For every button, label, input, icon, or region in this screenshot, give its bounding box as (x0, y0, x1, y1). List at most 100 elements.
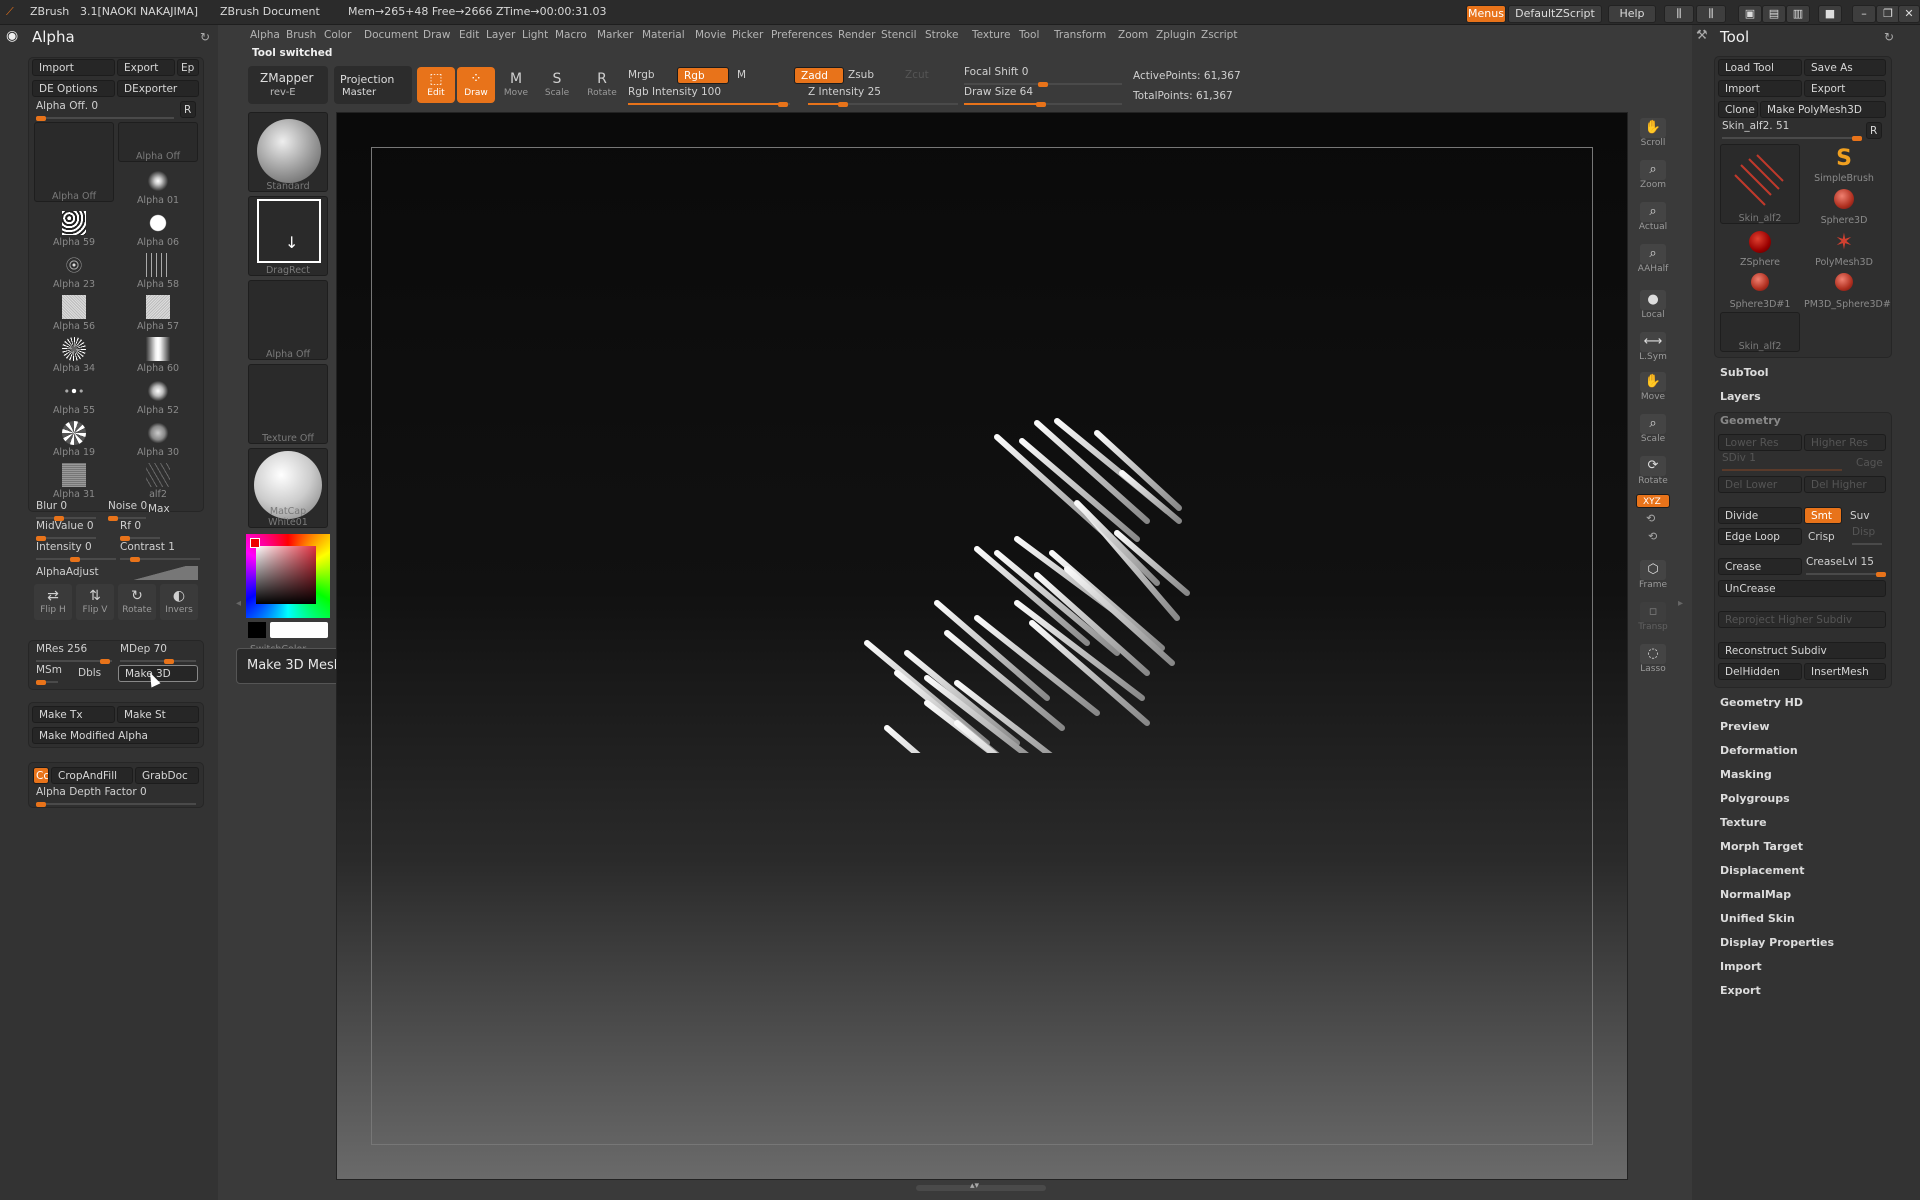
dbls-toggle[interactable]: Dbls (78, 667, 101, 679)
transp-button[interactable]: ▫ Transp (1634, 600, 1672, 638)
left-collapse-icon[interactable]: ◂ (236, 598, 241, 609)
bottom-shelf-handle[interactable] (916, 1185, 1046, 1191)
morph-target-section[interactable]: Morph Target (1720, 840, 1803, 853)
alpha-depth-slider[interactable]: Alpha Depth Factor 0 (36, 786, 196, 807)
rotate-button[interactable]: R Rotate (583, 67, 621, 103)
msm-slider[interactable]: MSm (36, 664, 62, 685)
menu-item[interactable]: Stroke (925, 29, 958, 41)
z-intensity-slider[interactable]: Z Intensity 25 (808, 86, 958, 107)
current-alpha-thumbnail[interactable]: Alpha Off (34, 122, 114, 202)
blur-slider[interactable]: Blur 0 (36, 500, 96, 521)
alpha-23-item[interactable]: Alpha 23 (34, 250, 114, 290)
max-label[interactable]: Max (148, 503, 170, 515)
cc-toggle[interactable]: Cc (33, 767, 49, 784)
scale-view-button[interactable]: ⌕ Scale (1634, 412, 1672, 450)
edge-loop-button[interactable]: Edge Loop (1718, 528, 1802, 545)
disp-slider[interactable]: Disp (1852, 526, 1882, 546)
alf2-item[interactable]: alf2 (118, 460, 198, 500)
midvalue-slider[interactable]: MidValue 0 (36, 520, 96, 541)
menu-item[interactable]: Render (838, 29, 875, 41)
rgb-toggle[interactable]: Rgb (677, 67, 729, 84)
alpha-31-item[interactable]: Alpha 31 (34, 460, 114, 500)
focal-shift-slider[interactable]: Focal Shift 0 (964, 66, 1122, 87)
window-tile-icon[interactable]: ▣ (1738, 5, 1762, 23)
right-collapse-icon[interactable]: ▸ (1678, 598, 1683, 609)
menu-item[interactable]: Draw (423, 29, 450, 41)
close-icon[interactable]: ✕ (1898, 5, 1920, 23)
menu-item[interactable]: Preferences (771, 29, 833, 41)
alpha-r-button[interactable]: R (180, 101, 196, 118)
preview-section[interactable]: Preview (1720, 720, 1770, 733)
lower-res-button[interactable]: Lower Res (1718, 434, 1802, 451)
skin-alf2-small-tool[interactable]: Skin_alf2 (1720, 312, 1800, 352)
menu-item[interactable]: Movie (695, 29, 726, 41)
menu-item[interactable]: Edit (459, 29, 479, 41)
dragrect-stroke-thumb[interactable]: ↓ DragRect (248, 196, 328, 276)
unified-skin-section[interactable]: Unified Skin (1720, 912, 1795, 925)
ep-button[interactable]: Ep (177, 59, 199, 76)
window-list-icon[interactable]: ▥ (1786, 5, 1810, 23)
alpha-59-item[interactable]: Alpha 59 (34, 208, 114, 248)
window-cascade-icon[interactable]: ▤ (1762, 5, 1786, 23)
texture-section[interactable]: Texture (1720, 816, 1767, 829)
tool-export-button[interactable]: Export (1804, 80, 1886, 97)
refresh-icon[interactable]: ↻ (200, 30, 210, 44)
menu-item[interactable]: Picker (732, 29, 763, 41)
make-modified-alpha-button[interactable]: Make Modified Alpha (32, 727, 199, 744)
menu-item[interactable]: Zscript (1201, 29, 1237, 41)
sphere3d-1-tool[interactable]: Sphere3D#1 (1720, 270, 1800, 310)
clone-button[interactable]: Clone (1718, 101, 1758, 118)
alpha-58-item[interactable]: Alpha 58 (118, 250, 198, 290)
xyz-toggle[interactable]: XYZ (1636, 494, 1670, 508)
menu-item[interactable]: Texture (972, 29, 1010, 41)
rgb-intensity-slider[interactable]: Rgb Intensity 100 (628, 86, 790, 107)
del-higher-button[interactable]: Del Higher (1804, 476, 1886, 493)
del-lower-button[interactable]: Del Lower (1718, 476, 1802, 493)
load-tool-button[interactable]: Load Tool (1718, 59, 1802, 76)
displacement-section[interactable]: Displacement (1720, 864, 1805, 877)
alpha-off-tray-thumb[interactable]: Alpha Off (248, 280, 328, 360)
normalmap-section[interactable]: NormalMap (1720, 888, 1791, 901)
zcut-toggle[interactable]: Zcut (905, 69, 929, 81)
m-toggle[interactable]: M (737, 69, 746, 81)
alphaadjust-label[interactable]: AlphaAdjust (36, 566, 99, 578)
rotate-axis-icon[interactable]: ⟲ (1646, 512, 1655, 525)
suv-toggle[interactable]: Suv (1850, 510, 1870, 522)
save-as-button[interactable]: Save As (1804, 59, 1886, 76)
make-tx-button[interactable]: Make Tx (32, 706, 115, 723)
alpha-off-thumbnail[interactable]: Alpha Off (118, 122, 198, 162)
skin-alf2-tool[interactable]: Skin_alf2 (1720, 144, 1800, 224)
edit-button[interactable]: ⬚ Edit (417, 67, 455, 103)
zmapper-button[interactable]: ZMapper rev-E (248, 66, 328, 104)
geometry-hd-section[interactable]: Geometry HD (1720, 696, 1803, 709)
sdiv-slider[interactable]: SDiv 1 (1722, 452, 1842, 472)
higher-res-button[interactable]: Higher Res (1804, 434, 1886, 451)
menu-item[interactable]: Color (324, 29, 351, 41)
aahalf-button[interactable]: ⌕ AAHalf (1634, 242, 1672, 280)
menu-item[interactable]: Transform (1054, 29, 1106, 41)
alpha-import-button[interactable]: Import (32, 59, 115, 76)
tool-r-button[interactable]: R (1866, 122, 1882, 139)
rotate-view-button[interactable]: ⟳ Rotate (1634, 454, 1672, 492)
menu-item[interactable]: Material (642, 29, 685, 41)
menu-item[interactable]: Layer (486, 29, 515, 41)
smt-toggle[interactable]: Smt (1804, 507, 1842, 524)
rotate-axis-2-icon[interactable]: ⟲ (1648, 530, 1657, 543)
alpha-export-button[interactable]: Export (117, 59, 175, 76)
grabdoc-button[interactable]: GrabDoc (135, 767, 199, 784)
rf-slider[interactable]: Rf 0 (120, 520, 160, 541)
mrgb-toggle[interactable]: Mrgb (628, 69, 655, 81)
insertmesh-button[interactable]: InsertMesh (1804, 663, 1886, 680)
flip-h-button[interactable]: ⇄ Flip H (34, 584, 72, 620)
import-section[interactable]: Import (1720, 960, 1762, 973)
matcap-thumb[interactable]: MatCap White01 (248, 448, 328, 528)
make-st-button[interactable]: Make St (117, 706, 199, 723)
de-options-button[interactable]: DE Options (32, 80, 115, 97)
menu-item[interactable]: Tool (1019, 29, 1039, 41)
cropandfill-button[interactable]: CropAndFill (51, 767, 133, 784)
rotate-alpha-button[interactable]: ↻ Rotate (118, 584, 156, 620)
canvas[interactable] (336, 112, 1628, 1180)
uncrease-button[interactable]: UnCrease (1718, 580, 1886, 597)
alpha-01-item[interactable]: Alpha 01 (118, 166, 198, 206)
menu-item[interactable]: Brush (286, 29, 316, 41)
